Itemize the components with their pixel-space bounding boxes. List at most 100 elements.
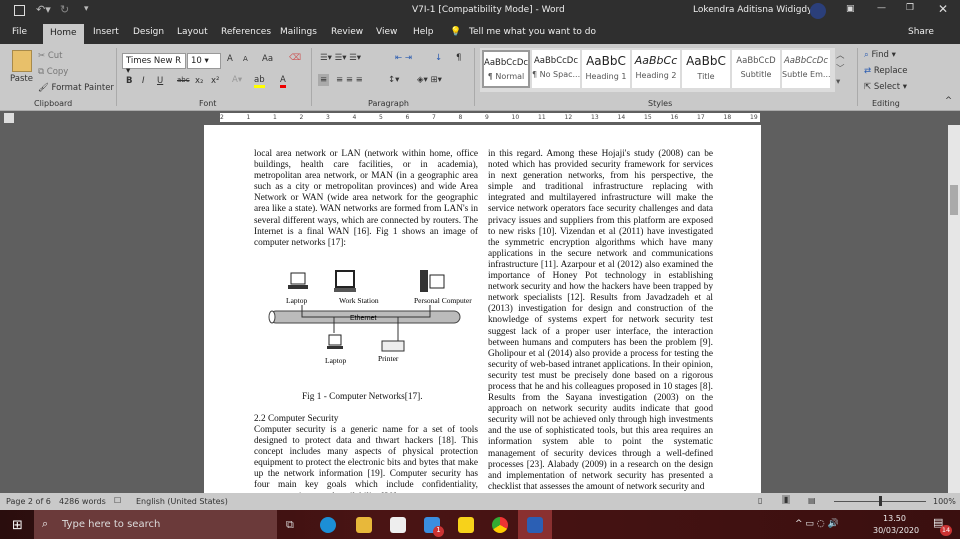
- store-icon[interactable]: [390, 517, 406, 533]
- bold-button[interactable]: B: [126, 76, 132, 86]
- cut-button[interactable]: ✂ Cut: [38, 51, 62, 61]
- bullets-icon[interactable]: ☰▾ ☰▾ ☰▾: [320, 53, 361, 63]
- pilcrow-icon[interactable]: ¶: [456, 53, 461, 63]
- sticky-notes-icon[interactable]: [458, 517, 474, 533]
- styles-scroll-buttons[interactable]: ︿ ﹀ ▾: [836, 50, 845, 89]
- word-count[interactable]: 4286 words: [59, 497, 106, 506]
- windows-start-icon[interactable]: ⊞: [12, 518, 23, 533]
- style-subtle-emphasis[interactable]: AaBbCcDc Subtle Em...: [782, 50, 830, 88]
- printer-icon: [381, 340, 405, 352]
- paste-button[interactable]: Paste: [10, 74, 33, 84]
- ruler-tick: 7: [432, 114, 436, 121]
- tab-file[interactable]: File: [12, 27, 27, 37]
- proofing-icon[interactable]: ☐: [114, 496, 121, 505]
- paste-icon[interactable]: [12, 50, 32, 72]
- tab-review[interactable]: Review: [331, 27, 363, 37]
- tab-selector[interactable]: [4, 113, 14, 123]
- change-case-button[interactable]: Aa: [262, 54, 273, 64]
- tab-design[interactable]: Design: [133, 27, 164, 37]
- style-preview: AaBbC: [586, 54, 626, 68]
- style-subtitle[interactable]: AaBbCcD Subtitle: [732, 50, 780, 88]
- align-left-button[interactable]: ≡: [318, 74, 330, 86]
- grow-font-button[interactable]: A: [227, 54, 233, 64]
- minimize-button[interactable]: —: [877, 3, 886, 13]
- style-name: Subtitle: [740, 70, 772, 79]
- ruler-tick: 12: [564, 114, 573, 121]
- system-tray-icons[interactable]: ^ ▭ ◌ 🔊: [795, 519, 839, 529]
- save-icon[interactable]: [14, 5, 25, 16]
- word-icon: [527, 517, 543, 533]
- indent-icons[interactable]: ⇤ ⇥: [395, 53, 412, 63]
- shading-icon[interactable]: ◈▾ ⊞▾: [417, 75, 442, 85]
- user-name[interactable]: Lokendra Aditisna Widigdyo: [693, 5, 818, 15]
- style-heading-1[interactable]: AaBbC Heading 1: [582, 50, 630, 88]
- page-count[interactable]: Page 2 of 6: [6, 497, 51, 506]
- style-title[interactable]: AaBbC Title: [682, 50, 730, 88]
- strikethrough-button[interactable]: abc: [177, 76, 190, 84]
- read-mode-icon[interactable]: ▯: [758, 496, 762, 505]
- zoom-level[interactable]: 100%: [933, 497, 956, 506]
- line-spacing-icon[interactable]: ↕▾: [388, 75, 399, 85]
- tab-mailings[interactable]: Mailings: [280, 27, 317, 37]
- replace-button[interactable]: ⇄ Replace: [864, 66, 907, 76]
- copy-label: Copy: [46, 67, 69, 77]
- format-painter-button[interactable]: 🖌 Format Painter: [38, 83, 114, 93]
- search-placeholder: Type here to search: [62, 519, 161, 530]
- font-size-select[interactable]: 10 ▾: [187, 53, 221, 69]
- style-no-spacing[interactable]: AaBbCcDc ¶ No Spac...: [532, 50, 580, 88]
- restore-button[interactable]: ❐: [906, 3, 914, 13]
- vertical-scrollbar[interactable]: [948, 125, 960, 493]
- horizontal-ruler[interactable]: 2 1 1 2 3 4 5 6 7 8 9 10 11 12 13 14 15 16 17 18 19: [220, 113, 760, 122]
- redo-icon[interactable]: ↻: [60, 3, 69, 16]
- share-button[interactable]: Share: [908, 27, 934, 37]
- tab-help[interactable]: Help: [413, 27, 434, 37]
- align-center-justify-icons[interactable]: ≡ ≡ ≡: [336, 75, 363, 85]
- italic-button[interactable]: I: [142, 76, 145, 86]
- customize-qat-icon[interactable]: ▾: [84, 4, 89, 14]
- print-layout-icon[interactable]: ▮: [782, 495, 791, 504]
- avatar[interactable]: [810, 3, 826, 19]
- tab-view[interactable]: View: [376, 27, 397, 37]
- text-effects-icon[interactable]: A▾: [232, 75, 242, 85]
- font-name-select[interactable]: Times New R ▾: [122, 53, 186, 76]
- clear-formatting-icon[interactable]: ⌫: [289, 53, 301, 63]
- close-button[interactable]: ✕: [938, 2, 948, 16]
- tab-references[interactable]: References: [221, 27, 271, 37]
- tab-layout[interactable]: Layout: [177, 27, 208, 37]
- word-taskbar-button[interactable]: [518, 510, 552, 539]
- sort-icon[interactable]: ↓: [435, 53, 442, 63]
- shrink-font-button[interactable]: A: [243, 55, 248, 63]
- section-heading: 2.2 Computer Security: [254, 414, 339, 424]
- file-explorer-icon[interactable]: [356, 517, 372, 533]
- tell-me-input[interactable]: Tell me what you want to do: [469, 27, 596, 37]
- select-button[interactable]: ⇱ Select ▾: [864, 82, 907, 92]
- ribbon: Paste ✂ Cut ⧉ Copy 🖌 Format Painter Clip…: [0, 44, 960, 111]
- style-preview: AaBbCcDc: [783, 56, 829, 66]
- task-view-icon[interactable]: ⧉: [286, 518, 294, 532]
- ruler-tick: 6: [405, 114, 410, 121]
- font-color-icon[interactable]: A: [280, 75, 286, 88]
- clock-date[interactable]: 30/03/2020: [873, 526, 919, 535]
- search-box[interactable]: ⌕ Type here to search: [34, 510, 277, 539]
- tab-home[interactable]: Home: [43, 24, 84, 44]
- ribbon-display-icon[interactable]: ▣: [846, 4, 855, 14]
- document-page[interactable]: local area network or LAN (network withi…: [204, 125, 761, 493]
- superscript-button[interactable]: x²: [211, 76, 219, 86]
- tab-insert[interactable]: Insert: [93, 27, 119, 37]
- collapse-ribbon-icon[interactable]: ^: [945, 96, 952, 106]
- web-layout-icon[interactable]: ▤: [808, 496, 816, 505]
- find-button[interactable]: ⌕ Find ▾: [864, 50, 896, 60]
- style-normal[interactable]: AaBbCcDc ¶ Normal: [482, 50, 530, 88]
- subscript-button[interactable]: x₂: [195, 76, 203, 86]
- scroll-thumb[interactable]: [950, 185, 958, 215]
- highlight-icon[interactable]: ab: [254, 75, 265, 88]
- underline-button[interactable]: U: [157, 76, 163, 86]
- clock-time[interactable]: 13.50: [883, 514, 906, 523]
- chrome-icon[interactable]: [492, 517, 508, 533]
- zoom-slider-thumb[interactable]: [879, 496, 882, 506]
- language[interactable]: English (United States): [136, 497, 228, 506]
- style-heading-2[interactable]: AaBbCc Heading 2: [632, 50, 680, 88]
- copy-button[interactable]: ⧉ Copy: [38, 67, 68, 77]
- edge-icon[interactable]: [320, 517, 336, 533]
- undo-icon[interactable]: ↶▾: [36, 3, 51, 16]
